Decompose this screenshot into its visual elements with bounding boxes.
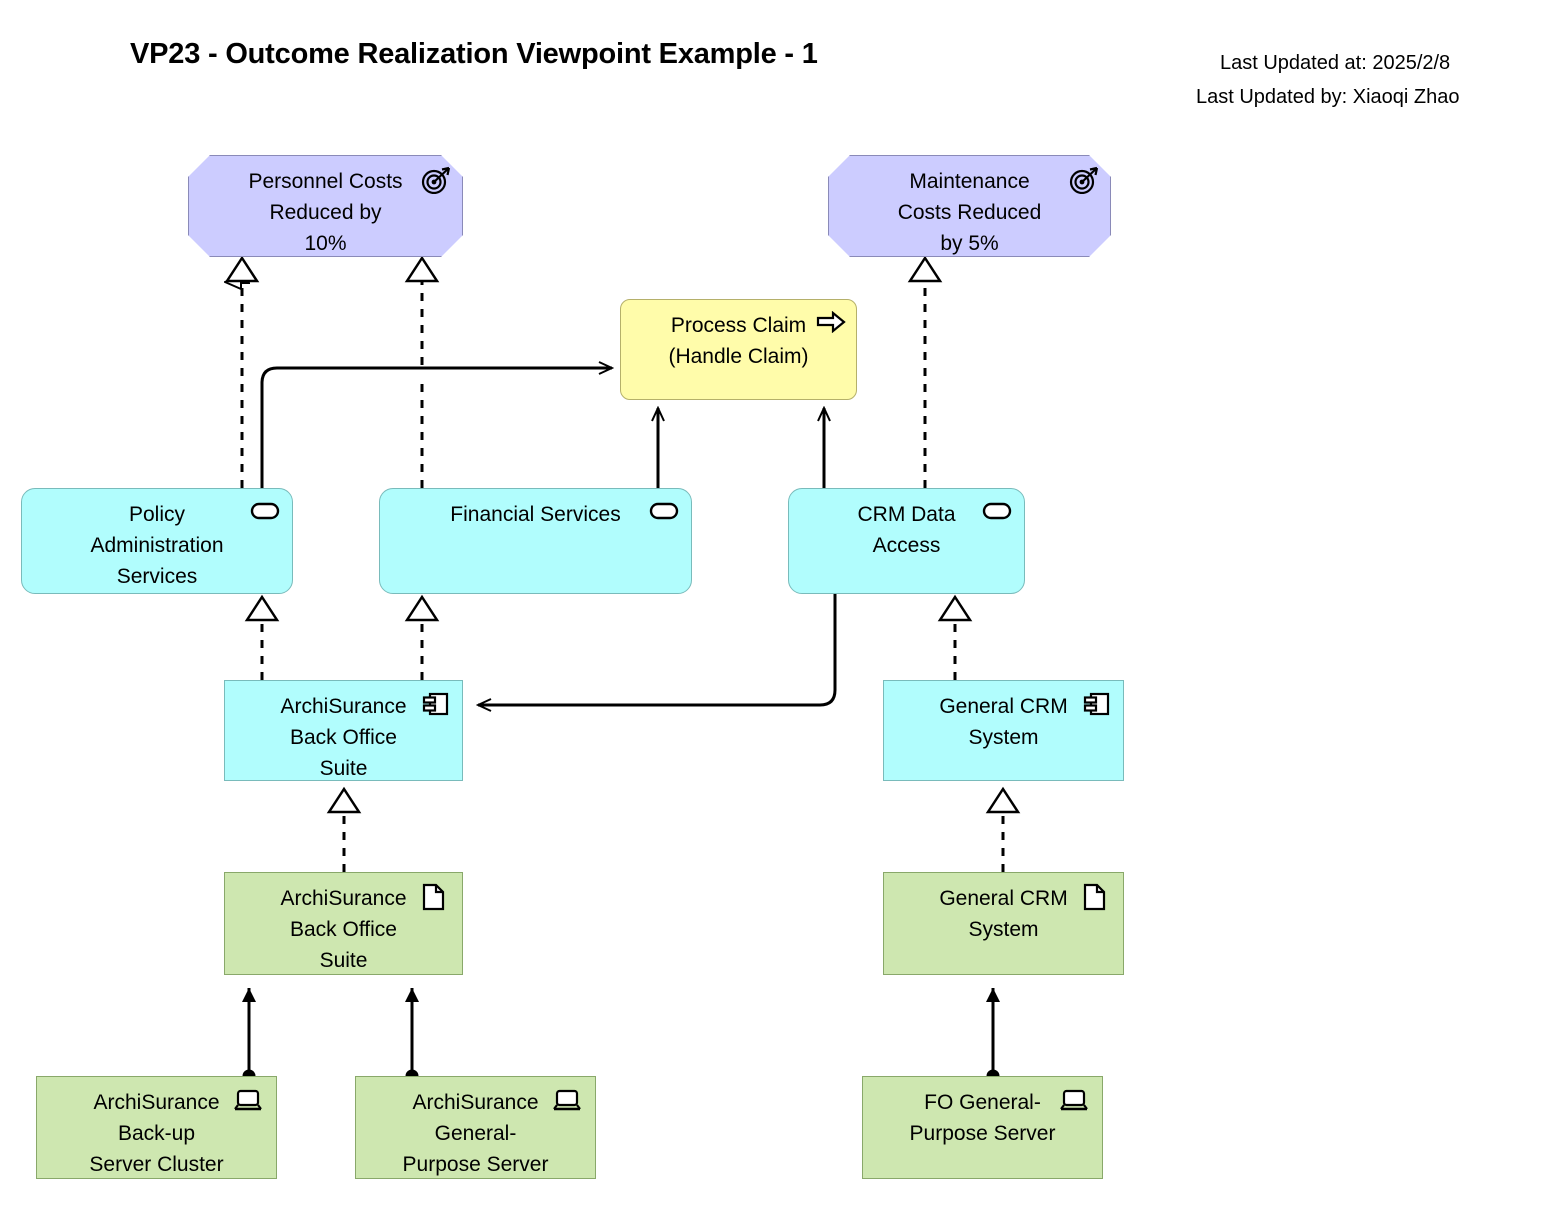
edge-realization-artifact-to-crm-component: [985, 786, 1021, 872]
node-crm-data-access[interactable]: CRM Data Access: [788, 488, 1025, 594]
rounded-rect-icon: [250, 501, 280, 527]
rounded-rect-icon: [982, 501, 1012, 527]
node-general-crm-system-component[interactable]: General CRM System: [883, 680, 1124, 781]
edge-serving-policy-to-process-claim: [260, 368, 612, 488]
node-maintenance-costs-reduced[interactable]: Maintenance Costs Reduced by 5%: [828, 155, 1111, 257]
component-icon: [1083, 691, 1113, 717]
rounded-rect-icon: [649, 501, 679, 527]
document-icon: [421, 883, 451, 911]
node-archisurance-back-office-suite-component[interactable]: ArchiSurance Back Office Suite: [224, 680, 463, 781]
target-icon: [420, 166, 450, 192]
node-financial-services[interactable]: Financial Services: [379, 488, 692, 594]
last-updated-by-text: Last Updated by: Xiaoqi Zhao: [1196, 86, 1460, 108]
device-icon: [1060, 1089, 1090, 1115]
diagram-canvas: VP23 - Outcome Realization Viewpoint Exa…: [0, 0, 1562, 1208]
edge-realization-artifact-to-back-office-component: [326, 786, 362, 872]
device-icon: [234, 1089, 264, 1115]
edge-realization-component-to-financial: [404, 594, 440, 680]
edge-serving-crm-to-back-office-component: [478, 594, 837, 705]
edge-realization-crm-to-maintenance: [907, 255, 943, 488]
target-icon: [1068, 166, 1098, 192]
node-general-crm-system-artifact[interactable]: General CRM System: [883, 872, 1124, 975]
node-process-claim[interactable]: Process Claim (Handle Claim): [620, 299, 857, 400]
node-policy-administration-services[interactable]: Policy Administration Services: [21, 488, 293, 594]
node-archisurance-general-purpose-server[interactable]: ArchiSurance General- Purpose Server: [355, 1076, 596, 1179]
node-label: Financial Services: [450, 503, 621, 526]
document-icon: [1082, 883, 1112, 911]
edge-realization-financial-to-personnel: [404, 255, 440, 488]
last-updated-at-text: Last Updated at: 2025/2/8: [1220, 52, 1451, 74]
page-title: VP23 - Outcome Realization Viewpoint Exa…: [130, 38, 818, 70]
node-personnel-costs-reduced[interactable]: Personnel Costs Reduced by 10%: [188, 155, 463, 257]
node-fo-general-purpose-server[interactable]: FO General- Purpose Server: [862, 1076, 1103, 1179]
arrow-right-icon: [816, 311, 846, 337]
component-icon: [422, 691, 452, 717]
edge-realization-component-to-policy: [244, 594, 280, 680]
device-icon: [553, 1089, 583, 1115]
node-archisurance-backup-server-cluster[interactable]: ArchiSurance Back-up Server Cluster: [36, 1076, 277, 1179]
edge-realization-crm-component-to-crm-service: [937, 594, 973, 680]
realization-head-personnel-left: [224, 255, 260, 283]
node-archisurance-back-office-suite-artifact[interactable]: ArchiSurance Back Office Suite: [224, 872, 463, 975]
